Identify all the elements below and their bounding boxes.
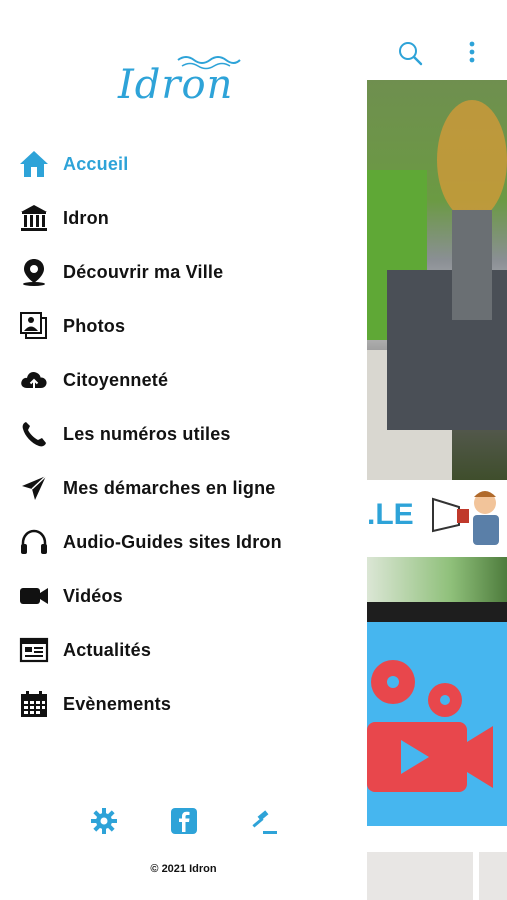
home-icon: [18, 148, 50, 180]
menu-item-videos[interactable]: Vidéos: [18, 576, 358, 616]
menu-item-label: Accueil: [63, 153, 129, 174]
drawer-footer: [0, 806, 367, 836]
phone-icon: [18, 418, 50, 450]
news-icon: [18, 634, 50, 666]
settings-icon[interactable]: [89, 806, 119, 836]
nature-photo[interactable]: [367, 557, 507, 602]
menu-item-label: Les numéros utiles: [63, 423, 231, 444]
menu-item-demarches[interactable]: Mes démarches en ligne: [18, 468, 358, 508]
menu-item-evenements[interactable]: Evènements: [18, 684, 358, 724]
map-pin-icon: [18, 256, 50, 288]
video-camera-icon: [18, 580, 50, 612]
menu-item-label: Evènements: [63, 693, 172, 714]
send-icon: [18, 472, 50, 504]
bottom-photo[interactable]: [367, 852, 507, 900]
home-content: .LE: [367, 0, 507, 900]
menu-item-label: Vidéos: [63, 585, 123, 606]
headphones-icon: [18, 526, 50, 558]
town-hall-icon: [18, 202, 50, 234]
menu-item-label: Mes démarches en ligne: [63, 477, 276, 498]
menu-item-label: Idron: [63, 207, 109, 228]
menu-item-numeros[interactable]: Les numéros utiles: [18, 414, 358, 454]
photos-icon: [18, 310, 50, 342]
menu-item-actualites[interactable]: Actualités: [18, 630, 358, 670]
banner-text: .LE: [367, 498, 414, 531]
menu-item-idron[interactable]: Idron: [18, 198, 358, 238]
menu-item-label: Citoyenneté: [63, 369, 169, 390]
menu-item-accueil[interactable]: Accueil: [18, 144, 358, 184]
film-camera-icon: [367, 660, 493, 792]
waves-icon: [177, 56, 241, 70]
facebook-icon[interactable]: [169, 806, 199, 836]
more-vertical-icon[interactable]: [467, 40, 477, 71]
search-icon[interactable]: [397, 40, 423, 71]
menu-item-photos[interactable]: Photos: [18, 306, 358, 346]
top-bar: [367, 36, 507, 68]
featured-photo[interactable]: [367, 80, 507, 480]
menu-item-label: Audio-Guides sites Idron: [63, 531, 282, 552]
menu-item-decouvrir[interactable]: Découvrir ma Ville: [18, 252, 358, 292]
megaphone-kid-image: [429, 485, 503, 547]
menu-item-label: Actualités: [63, 639, 152, 660]
navigation-drawer: Idron Accueil Idron Découvrir ma Ville P…: [0, 0, 367, 900]
menu-item-label: Découvrir ma Ville: [63, 261, 224, 282]
copyright-text: © 2021 Idron: [150, 863, 217, 875]
legal-gavel-icon[interactable]: [249, 806, 279, 836]
idron-logo: Idron: [118, 48, 250, 114]
menu-item-audio-guides[interactable]: Audio-Guides sites Idron: [18, 522, 358, 562]
video-tile[interactable]: [367, 602, 507, 826]
menu-item-citoyennete[interactable]: Citoyenneté: [18, 360, 358, 400]
news-banner[interactable]: .LE: [367, 483, 507, 553]
menu-item-label: Photos: [63, 315, 126, 336]
cloud-upload-icon: [18, 364, 50, 396]
calendar-icon: [18, 688, 50, 720]
